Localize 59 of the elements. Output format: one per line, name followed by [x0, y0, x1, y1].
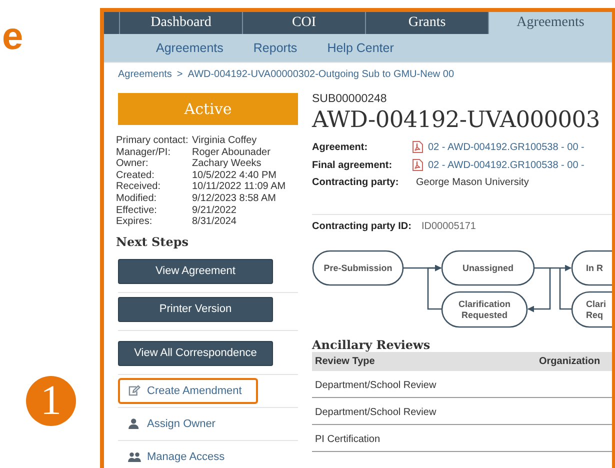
workflow-step: Unassigned: [441, 250, 535, 286]
sub-nav-link[interactable]: Agreements: [156, 41, 224, 55]
field-label: Final agreement:: [312, 160, 394, 170]
column-header: Review Type: [315, 356, 376, 367]
sub-nav-link[interactable]: Help Center: [327, 41, 394, 55]
action-button[interactable]: View All Correspondence: [118, 340, 273, 366]
detail-label: Created:: [116, 170, 156, 182]
workflow-step: Clarification Requested: [441, 291, 528, 328]
action-button[interactable]: Printer Version: [118, 296, 273, 322]
detail-value: 9/21/2022: [192, 204, 238, 216]
field-label: Contracting party ID:: [312, 221, 412, 232]
section-heading: Ancillary Reviews: [312, 338, 432, 352]
nav-tab[interactable]: Agreements: [489, 12, 612, 34]
record-title: AWD-004192-UVA000003: [312, 107, 601, 133]
detail-value: 9/12/2023 8:58 AM: [192, 192, 277, 205]
breadcrumb-link[interactable]: Agreements: [118, 69, 172, 84]
detail-label: Effective:: [116, 204, 158, 216]
edit-icon: [128, 385, 141, 396]
detail-value: Zachary Weeks: [192, 158, 262, 170]
workflow-step: Pre-Submission: [312, 250, 404, 286]
step-number-badge: 1: [26, 376, 76, 426]
sub-nav-link[interactable]: Reports: [253, 41, 298, 55]
document-link[interactable]: 02 - AWD-004192.GR100538 - 00 -: [412, 141, 612, 153]
action-link[interactable]: Manage Access: [118, 444, 258, 468]
detail-label: Manager/PI:: [116, 146, 172, 158]
detail-value: Roger Abounader: [192, 146, 272, 158]
table-cell: Department/School Review: [315, 407, 436, 418]
pdf-file-icon: [412, 141, 423, 153]
detail-value: 10/11/2022 11:09 AM: [192, 181, 287, 193]
field-value: George Mason University: [416, 177, 530, 188]
status-banner: Active: [118, 93, 298, 125]
action-link[interactable]: Create Amendment: [118, 378, 258, 404]
field-label: Contracting party:: [312, 177, 400, 188]
section-heading: Next Steps: [116, 234, 190, 249]
annotation-letter: e: [2, 18, 24, 56]
field-value: ID00005171: [421, 221, 476, 232]
breadcrumb-separator: >: [176, 69, 183, 82]
record-id: SUB00000248: [312, 93, 388, 105]
detail-label: Primary contact:: [116, 135, 190, 147]
breadcrumb-current: AWD-004192-UVA00000302-Outgoing Sub to GMU-New 00: [188, 69, 454, 82]
workflow-step: Clari Req: [571, 291, 612, 328]
action-button[interactable]: View Agreement: [118, 258, 273, 284]
field-label: Agreement:: [312, 142, 369, 152]
column-header: Organization: [539, 356, 600, 367]
detail-label: Expires:: [116, 216, 154, 228]
pdf-file-icon: [412, 159, 423, 171]
detail-value: 10/5/2022 4:40 PM: [192, 170, 278, 182]
people-icon: [128, 451, 141, 462]
detail-label: Owner:: [116, 158, 150, 170]
detail-value: Virginia Coffey: [192, 135, 258, 147]
table-cell: Department/School Review: [315, 380, 436, 391]
detail-label: Modified:: [116, 192, 158, 205]
person-icon: [128, 418, 141, 430]
detail-label: Received:: [116, 181, 162, 193]
workflow-step: In R: [571, 250, 612, 286]
action-link[interactable]: Assign Owner: [118, 410, 258, 437]
document-link[interactable]: 02 - AWD-004192.GR100538 - 00 -: [412, 159, 612, 171]
table-cell: PI Certification: [315, 434, 380, 445]
detail-value: 8/31/2024: [192, 216, 238, 228]
